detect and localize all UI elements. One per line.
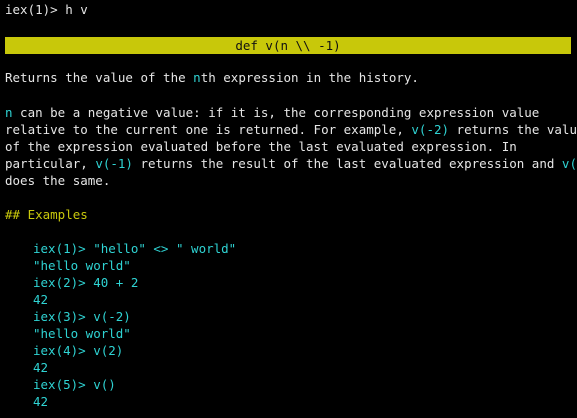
inline-code: n [5, 105, 13, 120]
desc-text: th expression in the history. [200, 70, 419, 85]
terminal-window[interactable]: iex(1)> h v def v(n \\ -1) Returns the v… [0, 0, 577, 418]
prompt-line: iex(1)> h v [5, 2, 88, 17]
desc-text: Returns the value of the [5, 70, 194, 85]
desc-text: returns the result of the last evaluated… [132, 156, 562, 171]
description-line-6: does the same. [5, 173, 111, 188]
desc-text: relative to the current one is returned.… [5, 122, 412, 137]
example-line: "hello world" [33, 326, 131, 341]
example-line: iex(5)> v() [33, 377, 116, 392]
description-line-2: n can be a negative value: if it is, the… [5, 105, 539, 121]
example-line: iex(3)> v(-2) [33, 309, 131, 324]
examples-heading: ## Examples [5, 207, 88, 222]
description-line-4: of the expression evaluated before the l… [5, 139, 517, 154]
description-line-3: relative to the current one is returned.… [5, 122, 577, 138]
example-line: 42 [33, 360, 49, 375]
inline-code: v() [561, 156, 577, 171]
example-line: iex(1)> "hello" <> " world" [33, 241, 237, 256]
example-line: "hello world" [33, 258, 131, 273]
example-line: iex(4)> v(2) [33, 343, 124, 358]
example-line: 42 [33, 394, 49, 409]
example-line: 42 [33, 292, 49, 307]
desc-text: particular, [5, 156, 96, 171]
description-line-5: particular, v(-1) returns the result of … [5, 156, 577, 172]
description-line-1: Returns the value of the nth expression … [5, 70, 419, 86]
inline-code: n [193, 70, 201, 85]
function-signature-banner: def v(n \\ -1) [5, 37, 571, 54]
inline-code: v(-1) [95, 156, 133, 171]
inline-code: v(-2) [411, 122, 450, 137]
desc-text: can be a negative value: if it is, the c… [12, 105, 540, 120]
desc-text: returns the value [449, 122, 577, 137]
example-line: iex(2)> 40 + 2 [33, 275, 139, 290]
